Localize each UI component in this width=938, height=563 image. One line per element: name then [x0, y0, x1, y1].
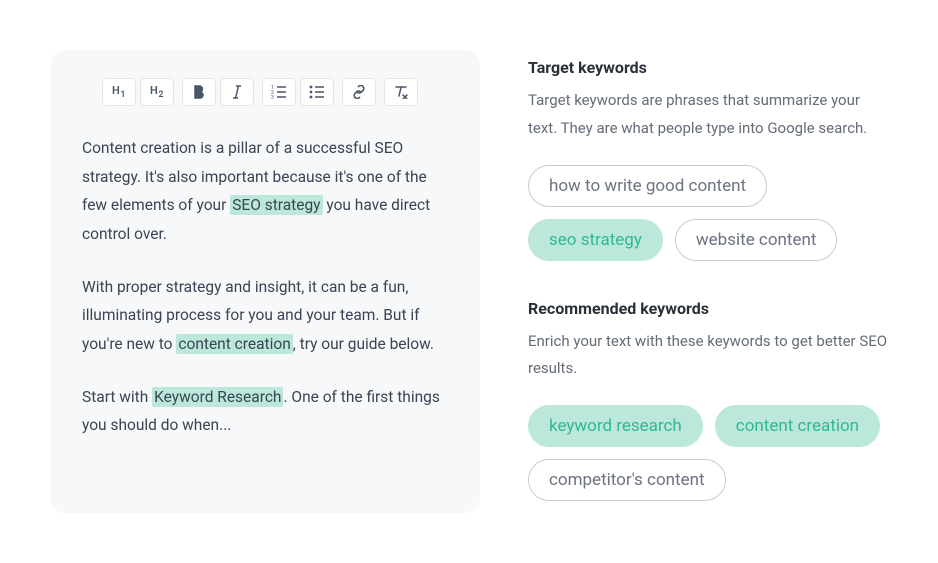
- bold-button[interactable]: [182, 78, 216, 106]
- keyword-highlight: content creation: [176, 334, 292, 354]
- ordered-list-button[interactable]: 123: [262, 78, 296, 106]
- clear-format-icon: [393, 85, 409, 99]
- editor-paragraph: Content creation is a pillar of a succes…: [82, 134, 448, 249]
- link-icon: [351, 85, 367, 99]
- target-keywords-section: Target keywords Target keywords are phra…: [528, 58, 888, 261]
- keyword-highlight: SEO strategy: [230, 195, 322, 215]
- keyword-highlight: Keyword Research: [152, 387, 283, 407]
- keyword-pill[interactable]: seo strategy: [528, 219, 663, 261]
- bold-icon: [193, 85, 205, 99]
- paragraph-text: , try our guide below.: [293, 335, 434, 353]
- heading2-button[interactable]: H2: [140, 78, 174, 106]
- target-keywords-desc: Target keywords are phrases that summari…: [528, 87, 888, 143]
- heading1-button[interactable]: H1: [102, 78, 136, 106]
- editor-paragraph: Start with Keyword Research. One of the …: [82, 383, 448, 440]
- italic-button[interactable]: [220, 78, 254, 106]
- link-button[interactable]: [342, 78, 376, 106]
- recommended-keywords-desc: Enrich your text with these keywords to …: [528, 328, 888, 384]
- svg-text:3: 3: [271, 95, 274, 99]
- recommended-keywords-section: Recommended keywords Enrich your text wi…: [528, 299, 888, 502]
- unordered-list-button[interactable]: [300, 78, 334, 106]
- clear-format-button[interactable]: [384, 78, 418, 106]
- keyword-pill[interactable]: website content: [675, 219, 838, 261]
- unordered-list-icon: [309, 85, 325, 99]
- paragraph-text: Start with: [82, 388, 152, 406]
- editor-paragraph: With proper strategy and insight, it can…: [82, 273, 448, 359]
- recommended-keywords-title: Recommended keywords: [528, 299, 888, 318]
- ordered-list-icon: 123: [271, 85, 287, 99]
- target-keywords-list: how to write good content seo strategy web…: [528, 165, 888, 261]
- keyword-pill[interactable]: keyword research: [528, 405, 703, 447]
- keyword-pill[interactable]: competitor's content: [528, 459, 726, 501]
- keyword-pill[interactable]: how to write good content: [528, 165, 767, 207]
- keyword-pill[interactable]: content creation: [715, 405, 880, 447]
- side-panel: Target keywords Target keywords are phra…: [528, 50, 888, 513]
- editor-toolbar: H1 H2 123: [82, 78, 448, 106]
- italic-icon: [231, 85, 243, 99]
- editor-content[interactable]: Content creation is a pillar of a succes…: [82, 134, 448, 440]
- editor-panel: H1 H2 123: [50, 50, 480, 513]
- target-keywords-title: Target keywords: [528, 58, 888, 77]
- recommended-keywords-list: keyword research content creation competit…: [528, 405, 888, 501]
